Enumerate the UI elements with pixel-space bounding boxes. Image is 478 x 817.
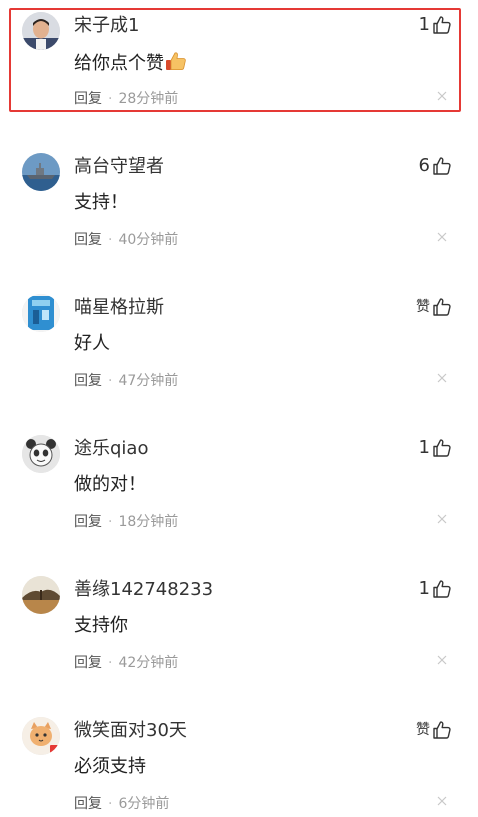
username[interactable]: 宋子成1 (74, 14, 139, 38)
timestamp: 47分钟前 (118, 373, 179, 389)
close-icon[interactable] (436, 90, 448, 102)
separator: · (108, 373, 113, 389)
like-button[interactable]: 赞 (416, 717, 452, 743)
like-count: 6 (418, 155, 430, 176)
separator: · (108, 655, 113, 671)
close-icon[interactable] (436, 513, 448, 525)
timestamp: 18分钟前 (118, 514, 179, 530)
close-icon[interactable] (436, 795, 448, 807)
avatar[interactable] (22, 12, 60, 50)
separator: · (108, 232, 113, 248)
close-icon[interactable] (436, 654, 448, 666)
comment-content: 支持！ (74, 192, 128, 213)
thumbs-up-icon (432, 438, 452, 458)
timestamp: 42分钟前 (118, 655, 179, 671)
like-label: 赞 (416, 299, 430, 315)
reply-button[interactable]: 回复 (74, 796, 102, 812)
comment-meta: 回复 · 47分钟前 (74, 371, 178, 391)
comment-item: 善缘142748233 1 支持你 回复 · 42分钟前 (0, 564, 478, 684)
comment-meta: 回复 · 28分钟前 (74, 89, 178, 109)
comment-content: 支持你 (74, 615, 128, 636)
avatar[interactable] (22, 717, 60, 755)
separator: · (108, 514, 113, 530)
comment-content: 给你点个赞 (74, 50, 187, 79)
comment-meta: 回复 · 6分钟前 (74, 794, 169, 814)
like-count: 1 (418, 14, 430, 35)
username[interactable]: 微笑面对30天 (74, 719, 187, 743)
comment-item: 喵星格拉斯 赞 好人 回复 · 47分钟前 (0, 282, 478, 402)
reply-button[interactable]: 回复 (74, 514, 102, 530)
like-count: 1 (418, 578, 430, 599)
like-button[interactable]: 6 (419, 153, 452, 179)
reply-button[interactable]: 回复 (74, 232, 102, 248)
comment-list: 宋子成1 1 给你点个赞 回复 · 28分钟前 高台守望者 6 支持！ 回复 ·… (0, 0, 478, 817)
username[interactable]: 喵星格拉斯 (74, 296, 164, 320)
close-icon[interactable] (436, 231, 448, 243)
avatar[interactable] (22, 153, 60, 191)
comment-meta: 回复 · 18分钟前 (74, 512, 178, 532)
avatar[interactable] (22, 576, 60, 614)
comment-meta: 回复 · 42分钟前 (74, 653, 178, 673)
timestamp: 28分钟前 (118, 91, 179, 107)
thumbs-up-icon (432, 15, 452, 35)
comment-content: 必须支持 (74, 756, 146, 777)
thumbs-up-icon (432, 579, 452, 599)
comment-item: 宋子成1 1 给你点个赞 回复 · 28分钟前 (0, 0, 478, 120)
avatar[interactable] (22, 294, 60, 332)
like-button[interactable]: 赞 (416, 294, 452, 320)
thumbs-up-emoji-icon (165, 50, 187, 79)
reply-button[interactable]: 回复 (74, 91, 102, 107)
separator: · (108, 91, 113, 107)
like-label: 赞 (416, 722, 430, 738)
comment-item: 途乐qiao 1 做的对！ 回复 · 18分钟前 (0, 423, 478, 543)
reply-button[interactable]: 回复 (74, 373, 102, 389)
close-icon[interactable] (436, 372, 448, 384)
like-count: 1 (418, 437, 430, 458)
avatar[interactable] (22, 435, 60, 473)
like-button[interactable]: 1 (419, 12, 452, 38)
like-button[interactable]: 1 (419, 435, 452, 461)
comment-content: 好人 (74, 333, 110, 354)
username[interactable]: 途乐qiao (74, 437, 148, 461)
thumbs-up-icon (432, 156, 452, 176)
comment-meta: 回复 · 40分钟前 (74, 230, 178, 250)
comment-item: 高台守望者 6 支持！ 回复 · 40分钟前 (0, 141, 478, 261)
separator: · (108, 796, 113, 812)
thumbs-up-icon (432, 297, 452, 317)
thumbs-up-icon (432, 720, 452, 740)
comment-text: 给你点个赞 (74, 53, 164, 74)
comment-item: 微笑面对30天 赞 必须支持 回复 · 6分钟前 (0, 705, 478, 817)
like-button[interactable]: 1 (419, 576, 452, 602)
username[interactable]: 善缘142748233 (74, 578, 213, 602)
reply-button[interactable]: 回复 (74, 655, 102, 671)
timestamp: 6分钟前 (118, 796, 170, 812)
timestamp: 40分钟前 (118, 232, 179, 248)
comment-content: 做的对！ (74, 474, 146, 495)
username[interactable]: 高台守望者 (74, 155, 164, 179)
